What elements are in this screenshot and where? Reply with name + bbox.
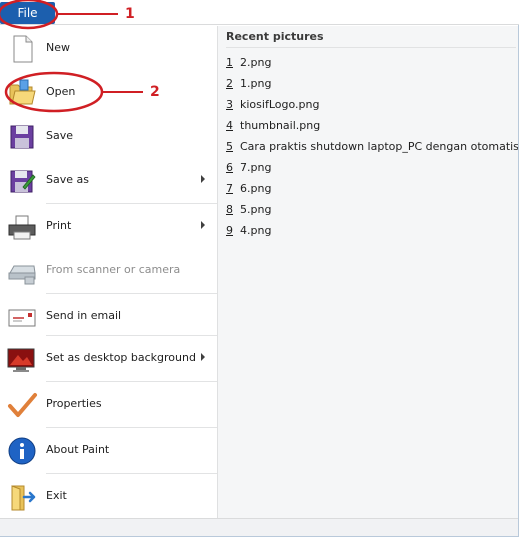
annotation-label-2: 2 <box>150 84 160 100</box>
annotation-circle-file <box>0 0 59 30</box>
annotation-label-1: 1 <box>125 6 135 22</box>
paint-file-menu: File New Open Save Save as Print From sc… <box>0 0 519 537</box>
annotation-overlay <box>0 0 143 113</box>
annotation-circle-open <box>4 71 104 113</box>
